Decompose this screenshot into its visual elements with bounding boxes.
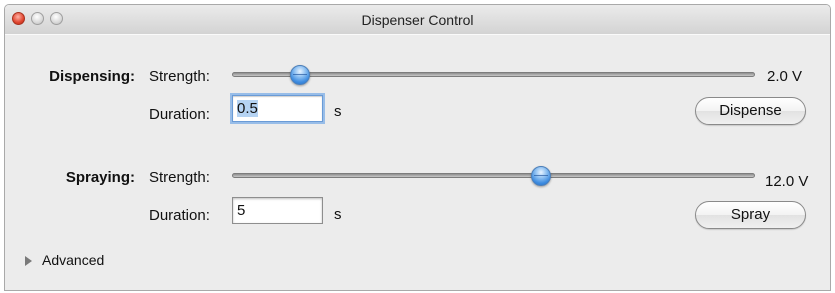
spraying-strength-slider-track[interactable] bbox=[232, 173, 755, 178]
spraying-duration-label: Duration: bbox=[149, 207, 210, 224]
dispensing-strength-slider-track[interactable] bbox=[232, 72, 755, 77]
dispensing-duration-unit: s bbox=[334, 103, 342, 120]
dispenser-control-window: Dispenser Control Dispensing: Strength: … bbox=[4, 4, 831, 291]
window-title: Dispenser Control bbox=[361, 12, 474, 28]
advanced-disclosure-label[interactable]: Advanced bbox=[42, 252, 104, 268]
spraying-strength-label: Strength: bbox=[149, 169, 210, 186]
advanced-disclosure-triangle-icon[interactable] bbox=[25, 256, 32, 266]
dispensing-duration-value: 0.5 bbox=[237, 100, 258, 117]
spraying-duration-unit: s bbox=[334, 206, 342, 223]
dispensing-duration-input[interactable]: 0.5 bbox=[232, 95, 323, 122]
dispense-button[interactable]: Dispense bbox=[695, 97, 806, 125]
spray-button[interactable]: Spray bbox=[695, 201, 806, 229]
dispensing-strength-label: Strength: bbox=[149, 68, 210, 85]
spraying-section-label: Spraying: bbox=[65, 169, 135, 186]
dispensing-strength-slider-knob[interactable] bbox=[289, 65, 310, 85]
title-bar[interactable]: Dispenser Control bbox=[5, 5, 830, 35]
spraying-strength-slider-knob[interactable] bbox=[530, 166, 551, 186]
dispensing-section-label: Dispensing: bbox=[49, 68, 135, 85]
spraying-duration-value: 5 bbox=[237, 202, 246, 219]
titlebar-separator bbox=[5, 34, 830, 35]
dispensing-duration-label: Duration: bbox=[149, 106, 210, 123]
dispensing-strength-value: 2.0 V bbox=[767, 68, 803, 85]
spraying-duration-input[interactable]: 5 bbox=[232, 197, 323, 224]
spraying-strength-value: 12.0 V bbox=[765, 173, 809, 190]
